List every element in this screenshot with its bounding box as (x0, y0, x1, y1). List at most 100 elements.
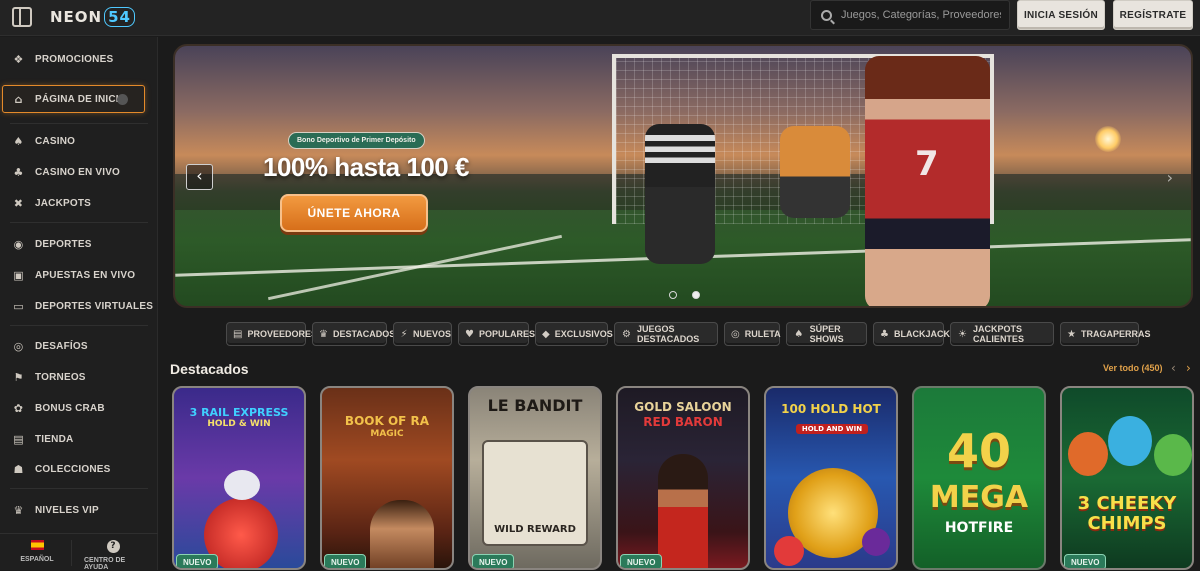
game-card[interactable]: BOOK OF RA MAGIC NUEVO (320, 386, 454, 570)
chevron-left-icon[interactable]: ‹ (1171, 361, 1176, 375)
game-subtitle: MEGA (929, 480, 1029, 515)
new-badge: NUEVO (472, 554, 515, 568)
help-icon: ? (106, 540, 120, 553)
game-title: 3 CHEEKY CHIMPS (1077, 493, 1177, 534)
game-subtitle: HOLD & WIN (207, 419, 271, 429)
hero-title: 100% hasta 100 € (263, 152, 469, 182)
category-blackjack[interactable]: ♣ BLACKJACK (873, 322, 950, 346)
logo-text: NEON (50, 8, 103, 26)
chimp-art (1108, 416, 1152, 466)
join-now-button[interactable]: ÚNETE AHORA (280, 194, 428, 232)
game-subtitle: MAGIC (370, 429, 404, 439)
category-tragaperras[interactable]: ★ TRAGAPERRAS (1060, 322, 1150, 346)
sidebar-item-label: COLECCIONES (35, 463, 111, 475)
category-jackpots-calientes[interactable]: ☀ JACKPOTS CALIENTES (950, 322, 1054, 346)
microphone-icon: ♠ (794, 328, 804, 340)
sidebar-item-promociones[interactable]: ❖ PROMOCIONES (12, 48, 113, 70)
divider (10, 325, 148, 326)
sidebar-item-deportes-virtuales[interactable]: ▭ DEPORTES VIRTUALES (12, 295, 153, 317)
carousel-dots (669, 291, 700, 299)
hero-banner[interactable]: 7 Bono Deportivo de Primer Depósito 100%… (173, 44, 1193, 308)
sidebar-item-label: CASINO (35, 135, 76, 147)
game-card[interactable]: LE BANDIT WILD REWARD NUEVO (468, 386, 602, 570)
trophy-icon: ⚑ (13, 370, 24, 384)
new-badge: NUEVO (620, 554, 663, 568)
category-label: PROVEEDORES (247, 329, 317, 339)
divider (10, 222, 148, 223)
language-selector[interactable]: ESPAÑOL (20, 540, 54, 563)
category-populares[interactable]: ♥ POPULARES (458, 322, 535, 346)
carousel-dot-active[interactable] (692, 291, 700, 299)
category-super-shows[interactable]: ♠ SÚPER SHOWS (786, 322, 867, 346)
pitch-line (267, 234, 563, 301)
search-input[interactable] (841, 9, 1001, 21)
register-button[interactable]: REGÍSTRATE (1113, 0, 1193, 30)
chimp-art (1068, 432, 1108, 476)
sidebar-item-apuestas-en-vivo[interactable]: ▣ APUESTAS EN VIVO (12, 264, 135, 286)
carousel-dot[interactable] (669, 291, 677, 299)
login-button[interactable]: INICIA SESIÓN (1017, 0, 1105, 30)
category-label: JUEGOS DESTACADOS (636, 324, 700, 344)
sidebar-item-jackpots[interactable]: ✖ JACKPOTS (12, 192, 91, 214)
sidebar-item-niveles-vip[interactable]: ♛ NIVELES VIP (12, 499, 99, 521)
target-icon: ◎ (13, 339, 24, 353)
chevron-right-icon[interactable]: › (1186, 361, 1191, 375)
game-title: 40 (946, 424, 1011, 478)
sidebar-item-casino-en-vivo[interactable]: ♣ CASINO EN VIVO (12, 161, 120, 183)
game-title: 100 HOLD HOT (781, 402, 881, 416)
sidebar-item-deportes[interactable]: ◉ DEPORTES (12, 233, 92, 255)
category-label: BLACKJACK (893, 329, 950, 339)
sidebar-item-pagina-de-inicio[interactable]: ⌂ PÁGINA DE INICIO (2, 85, 145, 113)
cards-icon: ♣ (880, 328, 889, 340)
search-box[interactable] (810, 0, 1010, 30)
game-subtitle: WILD REWARD (494, 524, 576, 535)
logo-number: 54 (104, 7, 135, 27)
watermelon-art (774, 536, 804, 566)
carousel-next-button[interactable]: › (1167, 168, 1173, 187)
category-label: DESTACADOS (332, 329, 396, 339)
game-card[interactable]: GOLD SALOON RED BARON NUEVO (616, 386, 750, 570)
game-extra: HOTFIRE (944, 520, 1014, 536)
sidebar-item-casino[interactable]: ♠ CASINO (12, 130, 75, 152)
gift-icon: ❖ (13, 52, 24, 66)
menu-toggle-icon[interactable] (12, 7, 32, 27)
sidebar-item-desafios[interactable]: ◎ DESAFÍOS (12, 335, 88, 357)
sidebar-item-label: PÁGINA DE INICIO (35, 93, 127, 105)
game-card[interactable]: 3 RAIL EXPRESS HOLD & WIN NUEVO (172, 386, 306, 570)
sidebar-item-label: PROMOCIONES (35, 53, 114, 65)
collection-icon: ☗ (13, 462, 24, 476)
sun-graphic (1095, 126, 1121, 152)
carousel-prev-button[interactable]: ‹ (186, 164, 213, 190)
sidebar-item-bonus-crab[interactable]: ✿ BONUS CRAB (12, 397, 105, 419)
view-all-link[interactable]: Ver todo (450) (1103, 363, 1163, 373)
game-card[interactable]: 40 MEGA HOTFIRE (912, 386, 1046, 570)
category-ruleta[interactable]: ◎ RULETA (724, 322, 781, 346)
game-card[interactable]: 3 CHEEKY CHIMPS NUEVO (1060, 386, 1194, 570)
hot-jackpot-icon: ☀ (957, 328, 967, 340)
player-figure: 7 (865, 56, 990, 306)
category-label: TRAGAPERRAS (1080, 329, 1151, 339)
help-center-link[interactable]: ? CENTRO DE AYUDA (84, 540, 142, 571)
sidebar: ❖ PROMOCIONES ⌂ PÁGINA DE INICIO ♠ CASINO ♣… (0, 37, 158, 571)
game-card[interactable]: 100 HOLD HOT HOLD AND WIN (764, 386, 898, 570)
category-label: NUEVOS (412, 329, 451, 339)
new-badge: NUEVO (1064, 554, 1107, 568)
category-label: EXCLUSIVOS (554, 329, 613, 339)
category-nuevos[interactable]: ⚡ NUEVOS (393, 322, 452, 346)
category-exclusivos[interactable]: ◆ EXCLUSIVOS (535, 322, 613, 346)
chimp-art (1154, 434, 1192, 476)
sidebar-item-colecciones[interactable]: ☗ COLECCIONES (12, 458, 111, 480)
spain-flag-icon (30, 540, 44, 550)
category-destacados[interactable]: ♛ DESTACADOS (312, 322, 395, 346)
category-proveedores[interactable]: ▤ PROVEEDORES (226, 322, 317, 346)
category-label: RULETA (744, 329, 781, 339)
sidebar-item-tienda[interactable]: ▤ TIENDA (12, 428, 73, 450)
sidebar-item-label: DEPORTES VIRTUALES (35, 300, 154, 312)
game-subtitle: HOLD AND WIN (796, 424, 868, 434)
site-logo[interactable]: NEON 54 (50, 7, 135, 27)
sidebar-item-torneos[interactable]: ⚑ TORNEOS (12, 366, 86, 388)
soccer-ball-icon: ◉ (13, 237, 24, 251)
sidebar-item-label: DESAFÍOS (35, 340, 88, 352)
home-icon: ⌂ (14, 92, 23, 106)
category-juegos-destacados[interactable]: ⚙ JUEGOS DESTACADOS (614, 322, 718, 346)
